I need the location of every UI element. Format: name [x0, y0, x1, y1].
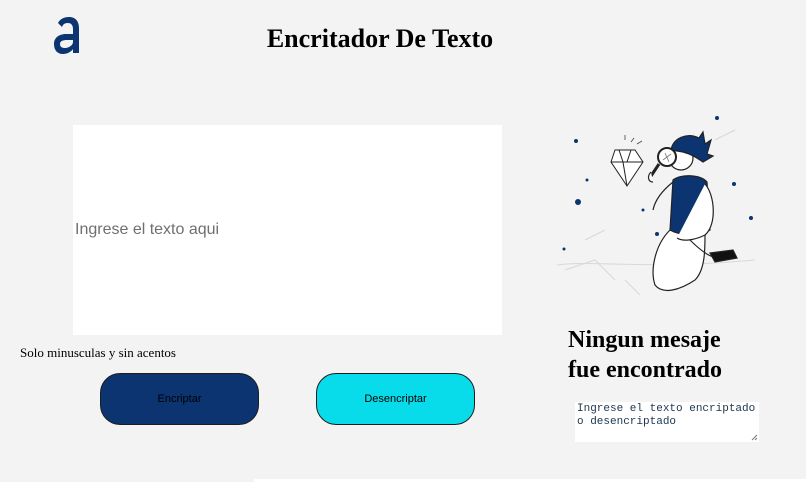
- decrypt-button[interactable]: Desencriptar: [316, 373, 475, 425]
- no-message-line-1: Ningun mesaje: [568, 327, 721, 353]
- text-input[interactable]: Ingrese el texto aqui: [73, 125, 502, 335]
- search-illustration: [555, 110, 765, 305]
- page: Encritador De Texto Ingrese el texto aqu…: [0, 0, 806, 482]
- output-placeholder: Ingrese el texto encriptado o desencript…: [577, 403, 756, 428]
- page-title: Encritador De Texto: [266, 24, 494, 53]
- resize-grip-icon[interactable]: [751, 434, 758, 441]
- input-hint: Solo minusculas y sin acentos: [20, 345, 176, 360]
- output-textarea[interactable]: Ingrese el texto encriptado o desencript…: [575, 402, 759, 442]
- encrypt-button[interactable]: Encriptar: [100, 373, 259, 425]
- text-input-placeholder: Ingrese el texto aqui: [75, 221, 220, 238]
- no-message-line-2: fue encontrado: [568, 357, 722, 383]
- no-message-title: Ningun mesaje fue encontrado: [568, 325, 768, 385]
